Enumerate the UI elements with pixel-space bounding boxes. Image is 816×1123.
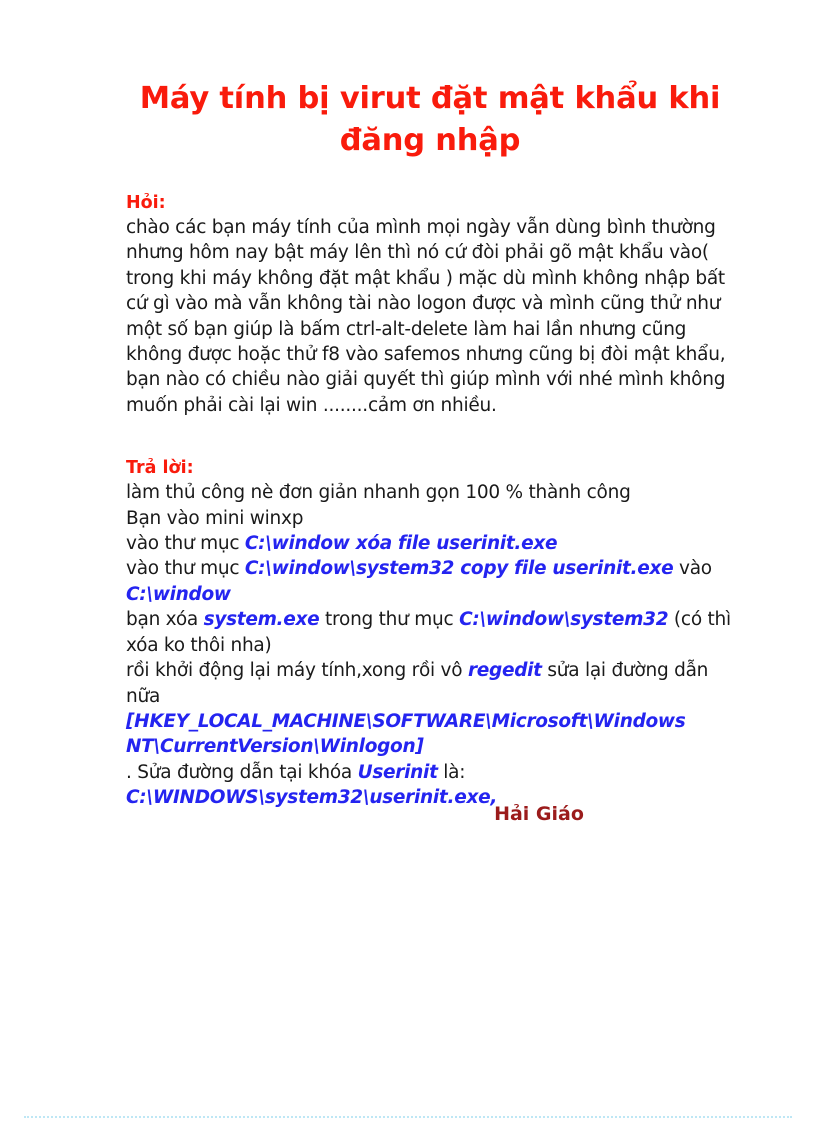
- answer-line-7-prefix: rồi khởi động lại máy tính,xong rồi vô: [126, 660, 468, 682]
- answer-line-8: [HKEY_LOCAL_MACHINE\SOFTWARE\Microsoft\W…: [126, 709, 732, 760]
- answer-line-6-middle: trong thư mục: [319, 609, 460, 631]
- answer-body: làm thủ công nè đơn giản nhanh gọn 100 %…: [126, 480, 732, 810]
- path-window-delete-userinit: C:\window xóa file userinit.exe: [244, 533, 558, 555]
- answer-line-6: bạn xóa system.exe trong thư mục C:\wind…: [126, 607, 732, 658]
- footer-divider: [24, 1116, 792, 1120]
- answer-line-6-prefix: bạn xóa: [126, 609, 204, 631]
- question-body: chào các bạn máy tính của mình mọi ngày …: [126, 217, 726, 416]
- document-body: Hỏi: chào các bạn máy tính của mình mọi …: [126, 192, 732, 811]
- registry-value-userinit: Userinit: [357, 761, 438, 783]
- answer-line-9-suffix: là:: [437, 761, 466, 783]
- answer-line-2: Bạn vào mini winxp: [126, 507, 304, 529]
- path-c-window: C:\window: [126, 583, 231, 605]
- answer-line-5: C:\window: [126, 582, 732, 607]
- answer-line-3: vào thư mục C:\window xóa file userinit.…: [126, 531, 732, 556]
- answer-line-7: rồi khởi động lại máy tính,xong rồi vô r…: [126, 658, 732, 709]
- answer-line-9-prefix: . Sửa đường dẫn tại khóa: [126, 761, 358, 783]
- path-regedit: regedit: [467, 660, 542, 682]
- question-label: Hỏi:: [126, 193, 166, 213]
- answer-line-4-prefix: vào thư mục: [126, 558, 245, 580]
- answer-line-4: vào thư mục C:\window\system32 copy file…: [126, 556, 732, 581]
- document-page: Máy tính bị virut đặt mật khẩu khi đăng …: [0, 0, 816, 1123]
- answer-label: Trả lời:: [126, 458, 194, 479]
- answer-line-3-prefix: vào thư mục: [126, 533, 245, 555]
- answer-line-4-middle: vào: [673, 558, 712, 580]
- author-signature: Hải Giáo: [494, 803, 584, 825]
- answer-line-9: . Sửa đường dẫn tại khóa Userinit là:: [126, 760, 732, 785]
- path-system32-copy-userinit: C:\window\system32 copy file userinit.ex…: [244, 558, 674, 580]
- path-system-exe: system.exe: [203, 609, 320, 631]
- page-title: Máy tính bị virut đặt mật khẩu khi đăng …: [139, 81, 721, 158]
- registry-key-winlogon: [HKEY_LOCAL_MACHINE\SOFTWARE\Microsoft\W…: [126, 710, 686, 758]
- answer-line-1: làm thủ công nè đơn giản nhanh gọn 100 %…: [126, 482, 631, 504]
- path-window-system32: C:\window\system32: [459, 609, 669, 631]
